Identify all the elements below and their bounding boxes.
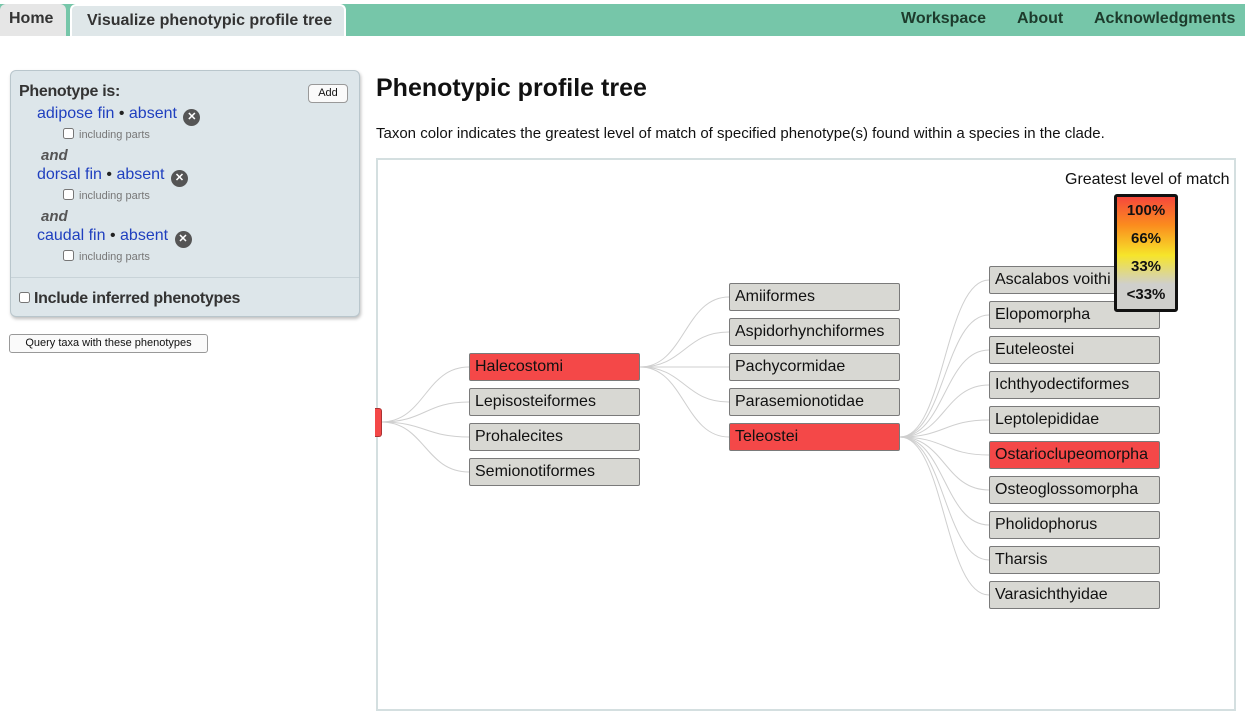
tree-edge [899, 314, 990, 438]
taxon-node[interactable]: Teleostei [729, 423, 900, 451]
tree-edge [899, 436, 990, 526]
taxon-node[interactable]: Halecostomi [469, 353, 640, 381]
tree-edge [899, 436, 990, 561]
tree-edge [899, 436, 990, 596]
taxon-node[interactable]: Varasichthyidae [989, 581, 1160, 609]
taxon-node[interactable]: Semionotiformes [469, 458, 640, 486]
taxon-node[interactable]: Pachycormidae [729, 353, 900, 381]
taxon-node[interactable]: Ichthyodectiformes [989, 371, 1160, 399]
taxon-node[interactable]: Osteoglossomorpha [989, 476, 1160, 504]
tree-edge [639, 331, 730, 368]
legend-level-100: 100% [1126, 202, 1166, 219]
taxon-node[interactable]: Pholidophorus [989, 511, 1160, 539]
taxon-node[interactable]: Prohalecites [469, 423, 640, 451]
taxon-node[interactable]: Lepisosteiformes [469, 388, 640, 416]
legend-level-66: 66% [1130, 230, 1162, 247]
tree-edge [639, 366, 730, 438]
legend-title: Greatest level of match [1065, 171, 1230, 188]
taxon-node[interactable]: Leptolepididae [989, 406, 1160, 434]
tree-root-node[interactable] [375, 408, 382, 437]
tree-edge [639, 296, 730, 368]
tree-edge [380, 366, 470, 423]
legend-level-33: 33% [1130, 258, 1162, 275]
legend-level-under-33: <33% [1126, 286, 1166, 303]
match-level-legend: 100% 66% 33% <33% [1114, 194, 1178, 312]
tree-edge [639, 366, 730, 403]
taxon-node[interactable]: Parasemionotidae [729, 388, 900, 416]
taxon-node[interactable]: Euteleostei [989, 336, 1160, 364]
taxon-node[interactable]: Tharsis [989, 546, 1160, 574]
taxon-node[interactable]: Amiiformes [729, 283, 900, 311]
taxon-node[interactable]: Aspidorhynchiformes [729, 318, 900, 346]
tree-edge [899, 279, 990, 438]
taxon-node[interactable]: Ostarioclupeomorpha [989, 441, 1160, 469]
tree-edge [899, 349, 990, 438]
tree-edge [380, 401, 470, 423]
